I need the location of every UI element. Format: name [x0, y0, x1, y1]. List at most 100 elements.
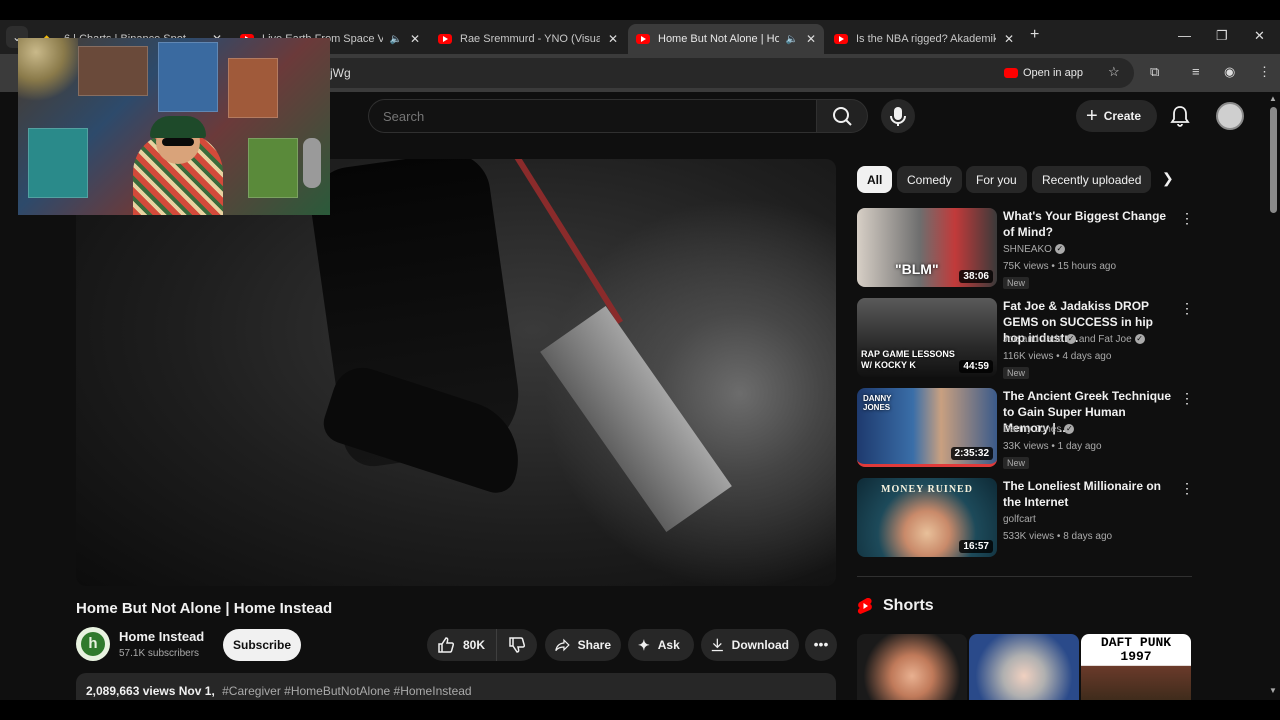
media-control-icon[interactable]: ≡: [1192, 64, 1200, 79]
bookmark-star-icon[interactable]: ☆: [1108, 64, 1120, 80]
channel-label: golfcart: [1003, 514, 1036, 525]
kebab-menu-icon[interactable]: ⋮: [1180, 300, 1194, 317]
video-thumbnail[interactable]: MONEY RUINED 16:57: [857, 478, 997, 557]
chip-all[interactable]: All: [857, 166, 893, 193]
create-label: Create: [1103, 109, 1142, 123]
browser-tab-nba[interactable]: Is the NBA rigged? Akademiks ✕: [826, 24, 1022, 54]
tab-close-icon[interactable]: ✕: [1004, 32, 1014, 46]
window-close-icon[interactable]: ✕: [1254, 28, 1265, 44]
shorts-thumbnail[interactable]: DAFT PUNK 1997: [1081, 634, 1191, 700]
verified-check-icon: ✓: [1066, 334, 1077, 345]
video-thumbnail[interactable]: "BLM" 38:06: [857, 208, 997, 287]
speaker-icon[interactable]: 🔈: [785, 34, 797, 45]
recommendation-channel[interactable]: Danny Jones ✓: [1003, 424, 1075, 435]
profile-icon[interactable]: ◉: [1224, 64, 1235, 80]
search-field[interactable]: [368, 99, 816, 133]
kebab-menu-icon[interactable]: ⋮: [1180, 390, 1194, 407]
subscribe-button[interactable]: Subscribe: [223, 629, 301, 661]
page-scrollbar[interactable]: ▲ ▼: [1267, 92, 1280, 700]
channel-logo: h: [81, 632, 105, 656]
scroll-down-arrow-icon[interactable]: ▼: [1269, 686, 1277, 695]
recommendation-channel[interactable]: SHNEAKO ✓: [1003, 244, 1065, 255]
speaker-icon[interactable]: 🔈: [389, 34, 401, 45]
recommendation-item[interactable]: DANNY JONES 2:35:32 The Ancient Greek Te…: [857, 388, 1194, 469]
account-avatar[interactable]: [1216, 102, 1244, 130]
download-button[interactable]: Download: [701, 629, 799, 661]
webcam-overlay: [18, 38, 330, 215]
video-player[interactable]: [76, 159, 836, 586]
channel-name[interactable]: Home Instead: [119, 629, 204, 644]
thumbs-up-icon: [438, 637, 455, 653]
recommendation-title[interactable]: What's Your Biggest Change of Mind?: [1003, 208, 1175, 240]
search-button[interactable]: [816, 99, 868, 133]
recommendation-item[interactable]: RAP GAME LESSONS W/ KOCKY K 44:59 Fat Jo…: [857, 298, 1194, 379]
shorts-thumbnail[interactable]: [969, 634, 1079, 700]
more-actions-icon[interactable]: •••: [805, 629, 837, 661]
browser-menu-icon[interactable]: ⋮: [1258, 64, 1271, 80]
chevron-right-icon[interactable]: ❯: [1162, 170, 1174, 187]
webcam-person-cap: [150, 116, 206, 138]
description-box[interactable]: 2,089,663 views Nov 1, #Caregiver #HomeB…: [76, 673, 836, 700]
webcam-poster: [78, 46, 148, 96]
channel-avatar[interactable]: h: [76, 627, 110, 661]
scroll-up-arrow-icon[interactable]: ▲: [1269, 94, 1277, 103]
webcam-microphone: [303, 138, 321, 188]
thumbnail-caption: DANNY JONES: [863, 394, 892, 412]
like-button[interactable]: 80K: [427, 629, 497, 661]
open-in-app-button[interactable]: Open in app: [1004, 63, 1083, 83]
kebab-menu-icon[interactable]: ⋮: [1180, 210, 1194, 227]
chip-recently-uploaded[interactable]: Recently uploaded: [1032, 166, 1152, 193]
notifications-button[interactable]: [1170, 105, 1190, 132]
verified-check-icon: ✓: [1134, 334, 1145, 345]
tab-close-icon[interactable]: ✕: [608, 32, 618, 46]
subscriber-count: 57.1K subscribers: [119, 648, 200, 659]
restore-icon[interactable]: ❐: [1216, 28, 1228, 44]
letterbox-top: [0, 0, 1280, 20]
verified-check-icon: ✓: [1054, 244, 1065, 255]
search-input[interactable]: [383, 109, 783, 124]
voice-search-button[interactable]: [881, 99, 915, 133]
plus-icon: +: [1086, 105, 1098, 127]
recommendation-channel[interactable]: Joe and Jada ✓ and Fat Joe ✓: [1003, 334, 1145, 345]
video-duration: 16:57: [959, 540, 993, 553]
create-button[interactable]: + Create: [1076, 100, 1157, 132]
recommendation-item[interactable]: "BLM" 38:06 What's Your Biggest Change o…: [857, 208, 1194, 289]
webcam-poster: [158, 42, 218, 112]
tab-close-icon[interactable]: ✕: [410, 32, 420, 46]
channel-extra: and Fat Joe: [1078, 334, 1132, 345]
recommendation-channel[interactable]: golfcart: [1003, 514, 1036, 525]
new-badge: New: [1003, 367, 1030, 379]
channel-label: Danny Jones: [1003, 424, 1062, 435]
webcam-poster: [28, 128, 88, 198]
chip-for-you[interactable]: For you: [966, 166, 1027, 193]
shorts-overlay-text: DAFT PUNK 1997: [1100, 635, 1172, 664]
recommendation-title[interactable]: The Loneliest Millionaire on the Interne…: [1003, 478, 1175, 510]
shorts-thumbnail[interactable]: [857, 634, 967, 700]
browser-tab-rae-sremmurd[interactable]: Rae Sremmurd - YNO (Visualize ✕: [430, 24, 626, 54]
search-icon: [833, 107, 852, 126]
recommendation-item[interactable]: MONEY RUINED 16:57 The Loneliest Million…: [857, 478, 1194, 558]
minimize-icon[interactable]: —: [1178, 28, 1191, 43]
bell-icon: [1170, 106, 1190, 127]
youtube-icon: [1004, 68, 1018, 78]
share-icon: [555, 638, 570, 652]
share-button[interactable]: Share: [545, 629, 621, 661]
video-thumbnail[interactable]: RAP GAME LESSONS W/ KOCKY K 44:59: [857, 298, 997, 377]
webcam-poster: [248, 138, 298, 198]
new-tab-plus-icon[interactable]: +: [1030, 26, 1039, 44]
thumbnail-caption: MONEY RUINED: [881, 484, 973, 495]
ask-button[interactable]: ✦ Ask: [628, 629, 694, 661]
video-thumbnail[interactable]: DANNY JONES 2:35:32: [857, 388, 997, 467]
hashtags[interactable]: #Caregiver #HomeButNotAlone #HomeInstead: [222, 684, 471, 698]
tab-title: Rae Sremmurd - YNO (Visualize: [460, 33, 600, 45]
thumbnail-caption: "BLM": [895, 261, 939, 277]
tab-close-icon[interactable]: ✕: [806, 32, 816, 46]
dislike-button[interactable]: [497, 629, 537, 661]
browser-tab-home-but-not-alone[interactable]: Home But Not Alone | Hom 🔈 ✕: [628, 24, 824, 54]
scrollbar-thumb[interactable]: [1270, 107, 1277, 213]
chip-comedy[interactable]: Comedy: [897, 166, 962, 193]
recommendation-meta: 75K views • 15 hours ago: [1003, 261, 1117, 272]
webcam-poster: [228, 58, 278, 118]
kebab-menu-icon[interactable]: ⋮: [1180, 480, 1194, 497]
extensions-icon[interactable]: ⧉: [1150, 64, 1159, 80]
